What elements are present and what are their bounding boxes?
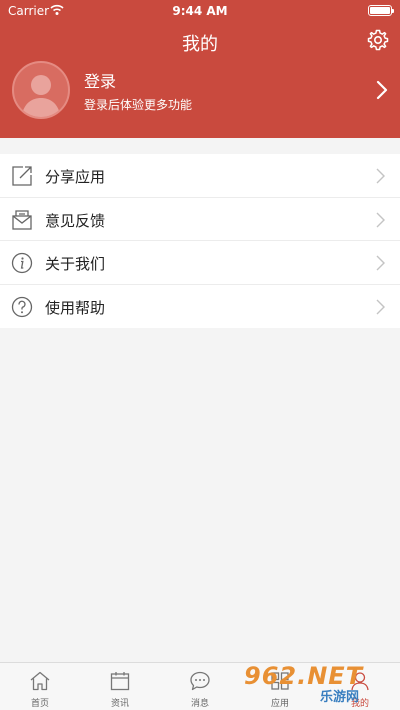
- chevron-right-icon: [376, 168, 385, 184]
- chevron-right-icon: [376, 80, 388, 100]
- menu-item-help[interactable]: 使用帮助: [0, 285, 400, 329]
- feedback-mail-icon: [12, 209, 32, 230]
- calendar-icon: [110, 672, 130, 691]
- gear-icon[interactable]: [366, 28, 390, 52]
- menu-item-label: 意见反馈: [45, 211, 106, 230]
- info-icon: [11, 252, 33, 274]
- menu-item-label: 使用帮助: [45, 298, 106, 317]
- status-time: 9:44 AM: [172, 4, 228, 18]
- header: Carrier 9:44 AM 我的 登录 登录后体验更多功能: [0, 0, 400, 138]
- chat-icon: [190, 671, 210, 691]
- login-profile-row[interactable]: 登录 登录后体验更多功能: [0, 58, 400, 128]
- chevron-right-icon: [376, 255, 385, 271]
- share-icon: [12, 166, 32, 186]
- tab-home[interactable]: 首页: [0, 663, 80, 710]
- menu-item-share-app[interactable]: 分享应用: [0, 154, 400, 198]
- help-icon: [11, 296, 33, 317]
- default-avatar-icon: [21, 75, 61, 117]
- menu-item-label: 关于我们: [45, 255, 106, 273]
- menu-item-feedback[interactable]: 意见反馈: [0, 198, 400, 241]
- chevron-right-icon: [376, 299, 385, 314]
- settings-menu: 分享应用 意见反馈 关于我们 使用帮助: [0, 154, 400, 328]
- avatar[interactable]: [12, 61, 70, 119]
- tab-label: 资讯: [110, 699, 129, 709]
- tab-label: 消息: [190, 699, 209, 709]
- login-title[interactable]: 登录: [84, 68, 116, 92]
- tab-bar: 首页 资讯 消息 应用 我的 962.NET 乐游网: [0, 662, 400, 710]
- menu-item-label: 分享应用: [45, 168, 106, 186]
- menu-item-about-us[interactable]: 关于我们: [0, 241, 400, 285]
- tab-messages[interactable]: 消息: [160, 663, 240, 710]
- status-bar: Carrier 9:44 AM: [0, 0, 400, 22]
- tab-label: 首页: [30, 699, 49, 709]
- site-watermark: 962.NET 乐游网: [244, 662, 394, 706]
- login-subtitle: 登录后体验更多功能: [84, 98, 193, 112]
- watermark-text: 乐游网: [320, 690, 360, 705]
- page-title: 我的: [182, 34, 218, 55]
- chevron-right-icon: [376, 212, 385, 227]
- battery-icon: [368, 5, 394, 16]
- tab-news[interactable]: 资讯: [80, 663, 160, 710]
- home-icon: [30, 671, 50, 691]
